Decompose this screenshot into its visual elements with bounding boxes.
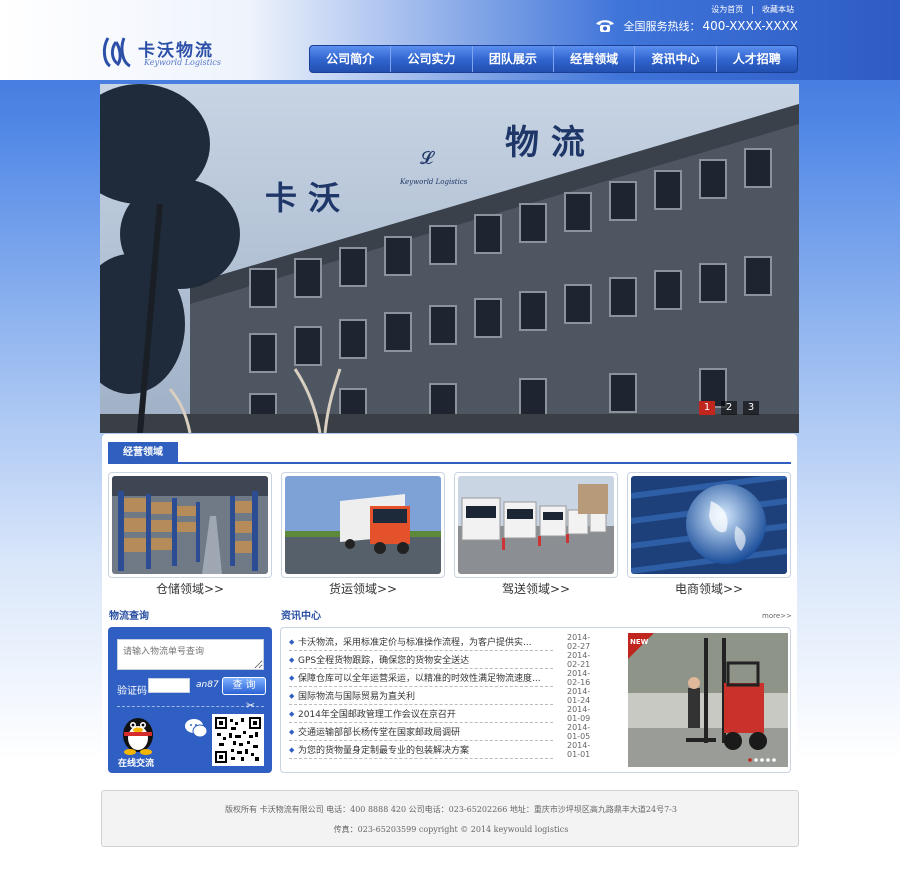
bullet-icon: ◆ bbox=[289, 745, 295, 754]
news-item-title[interactable]: GPS全程货物跟踪，确保您的货物安全送达 bbox=[298, 653, 553, 666]
news-item-date: 2014-01-05 bbox=[567, 722, 591, 741]
hotline-number: 400-XXXX-XXXX bbox=[702, 19, 798, 33]
footer-line-contact: 版权所有 卡沃物流有限公司 电话：400 8888 420 公司电话：023-6… bbox=[225, 805, 677, 814]
banner-building-image: 卡 沃 𝓛 Keyworld Logistics 物 流 bbox=[100, 84, 799, 433]
scissors-icon: ✂ bbox=[246, 699, 256, 712]
query-title: 物流查询 bbox=[109, 611, 149, 622]
business-label-delivery[interactable]: 驾送领域>> bbox=[454, 580, 618, 597]
nav-item-business[interactable]: 经营领域 bbox=[554, 46, 636, 72]
news-item-date: 2014-01-09 bbox=[567, 704, 591, 723]
warehouse-image bbox=[112, 476, 268, 574]
banner-sign-left: 卡 沃 bbox=[265, 179, 340, 217]
site-header: 卡沃物流 Keyworld Logistics 设为首页 | 收藏本站 全国服务热线… bbox=[0, 0, 900, 80]
top-links: 设为首页 | 收藏本站 bbox=[707, 4, 798, 15]
business-label-warehouse[interactable]: 仓储领域>> bbox=[108, 580, 272, 597]
globe-image bbox=[630, 473, 788, 574]
news-item[interactable]: ◆ 2014年全国邮政管理工作会议在京召开 2014-01-09 bbox=[289, 705, 590, 723]
bullet-icon: ◆ bbox=[289, 637, 295, 646]
news-item-title[interactable]: 国际物流与国际贸易为直关利 bbox=[298, 689, 553, 702]
business-label-freight[interactable]: 货运领域>> bbox=[281, 580, 445, 597]
captcha-input[interactable] bbox=[148, 678, 190, 693]
nav-item-news[interactable]: 资讯中心 bbox=[635, 46, 717, 72]
logo-text-en: Keyworld Logistics bbox=[144, 58, 221, 67]
bullet-icon: ◆ bbox=[289, 655, 295, 664]
qq-penguin-icon[interactable] bbox=[118, 711, 158, 755]
banner-sign-logo: 𝓛 bbox=[420, 148, 435, 169]
bullet-icon: ◆ bbox=[289, 727, 295, 736]
news-title: 资讯中心 bbox=[281, 611, 321, 622]
fleet-image bbox=[458, 476, 614, 574]
tracking-query-box: 验证码 an87 查 询 ✂ 在线交流 bbox=[108, 627, 272, 773]
banner-sign-right: 物 流 bbox=[505, 123, 585, 163]
business-label-ecommerce[interactable]: 电商领域>> bbox=[627, 580, 791, 597]
business-section-tab[interactable]: 经营领域 bbox=[108, 442, 178, 464]
news-item[interactable]: ◆ 保障仓库可以全年运营采运，以精准的时效性满足物流速度... 2014-02-16 bbox=[289, 669, 590, 687]
set-homepage-link[interactable]: 设为首页 bbox=[711, 5, 743, 14]
content-panel: 经营领域 仓储领域>> 货运领域>> 驾送领域>> 电商领域>> 物流查询 请输… bbox=[102, 434, 797, 774]
news-item-title[interactable]: 卡沃物流，采用标准定价与标准操作流程，为客户提供实... bbox=[298, 635, 553, 648]
tracking-number-input[interactable] bbox=[117, 639, 264, 670]
news-item[interactable]: ◆ 国际物流与国际贸易为直关利 2014-01-24 bbox=[289, 687, 590, 705]
news-item-title[interactable]: 保障仓库可以全年运营采运，以精准的时效性满足物流速度... bbox=[298, 671, 553, 684]
news-forklift-image[interactable]: NEW bbox=[628, 633, 788, 767]
news-box: ◆ 卡沃物流，采用标准定价与标准操作流程，为客户提供实... 2014-02-27 … bbox=[280, 627, 791, 773]
truck-image bbox=[285, 476, 441, 574]
news-item-date: 2014-01-01 bbox=[567, 740, 591, 759]
captcha-label: 验证码 bbox=[117, 686, 147, 697]
banner-dot-1[interactable]: 1 bbox=[699, 401, 715, 415]
banner-dot-3[interactable]: 3 bbox=[743, 401, 759, 415]
hero-banner[interactable]: 卡 沃 𝓛 Keyworld Logistics 物 流 1 2 3 bbox=[100, 84, 799, 433]
bookmark-link[interactable]: 收藏本站 bbox=[762, 5, 794, 14]
news-more-link[interactable]: more>> bbox=[762, 612, 792, 620]
business-section-header: 经营领域 bbox=[108, 442, 791, 464]
bullet-icon: ◆ bbox=[289, 673, 295, 682]
query-divider bbox=[117, 706, 264, 707]
nav-item-careers[interactable]: 人才招聘 bbox=[717, 46, 797, 72]
phone-icon bbox=[596, 20, 615, 32]
banner-sign-logo-en: Keyworld Logistics bbox=[399, 178, 468, 186]
business-card-freight[interactable] bbox=[281, 472, 445, 578]
site-footer: 版权所有 卡沃物流有限公司 电话：400 8888 420 公司电话：023-6… bbox=[101, 790, 799, 847]
query-button[interactable]: 查 询 bbox=[222, 677, 266, 695]
site-logo[interactable]: 卡沃物流 Keyworld Logistics bbox=[100, 34, 230, 74]
news-item[interactable]: ◆ 交通运输部部长杨传堂在国家邮政局调研 2014-01-05 bbox=[289, 723, 590, 741]
nav-item-about[interactable]: 公司简介 bbox=[310, 46, 392, 72]
wechat-icon[interactable] bbox=[184, 717, 208, 739]
logo-mark-icon bbox=[102, 37, 131, 68]
news-item-title[interactable]: 为您的货物量身定制最专业的包装解决方案 bbox=[298, 743, 553, 756]
qr-code-image bbox=[212, 714, 264, 766]
news-item-title[interactable]: 2014年全国邮政管理工作会议在京召开 bbox=[298, 707, 553, 720]
news-item-date: 2014-02-27 bbox=[567, 632, 591, 651]
bullet-icon: ◆ bbox=[289, 691, 295, 700]
service-hotline: 全国服务热线： 400-XXXX-XXXX bbox=[595, 18, 798, 34]
news-item[interactable]: ◆ 卡沃物流，采用标准定价与标准操作流程，为客户提供实... 2014-02-27 bbox=[289, 633, 590, 651]
news-list: ◆ 卡沃物流，采用标准定价与标准操作流程，为客户提供实... 2014-02-27 … bbox=[289, 633, 590, 759]
new-badge: NEW bbox=[630, 638, 649, 646]
footer-line-copyright: 传真：023-65203599 copyright © 2014 keywoul… bbox=[333, 825, 569, 834]
news-item-date: 2014-02-16 bbox=[567, 668, 591, 687]
news-item-date: 2014-01-24 bbox=[567, 686, 591, 705]
captcha-image[interactable]: an87 bbox=[196, 680, 219, 690]
online-chat-label[interactable]: 在线交流 bbox=[118, 756, 154, 769]
news-item[interactable]: ◆ 为您的货物量身定制最专业的包装解决方案 2014-01-01 bbox=[289, 741, 590, 759]
hotline-label: 全国服务热线： bbox=[623, 20, 701, 33]
nav-item-team[interactable]: 团队展示 bbox=[473, 46, 554, 72]
business-card-delivery[interactable] bbox=[454, 472, 618, 578]
top-links-divider: | bbox=[751, 5, 754, 14]
banner-pagination: 1 2 3 bbox=[693, 401, 759, 415]
business-card-warehouse[interactable] bbox=[108, 472, 272, 578]
business-card-ecommerce[interactable] bbox=[627, 472, 791, 578]
banner-dot-2[interactable]: 2 bbox=[721, 401, 737, 415]
news-item-title[interactable]: 交通运输部部长杨传堂在国家邮政局调研 bbox=[298, 725, 553, 738]
main-nav: 公司简介 公司实力 团队展示 经营领域 资讯中心 人才招聘 bbox=[309, 45, 798, 73]
news-item[interactable]: ◆ GPS全程货物跟踪，确保您的货物安全送达 2014-02-21 bbox=[289, 651, 590, 669]
nav-item-strength[interactable]: 公司实力 bbox=[391, 46, 473, 72]
bullet-icon: ◆ bbox=[289, 709, 295, 718]
news-item-date: 2014-02-21 bbox=[567, 650, 591, 669]
